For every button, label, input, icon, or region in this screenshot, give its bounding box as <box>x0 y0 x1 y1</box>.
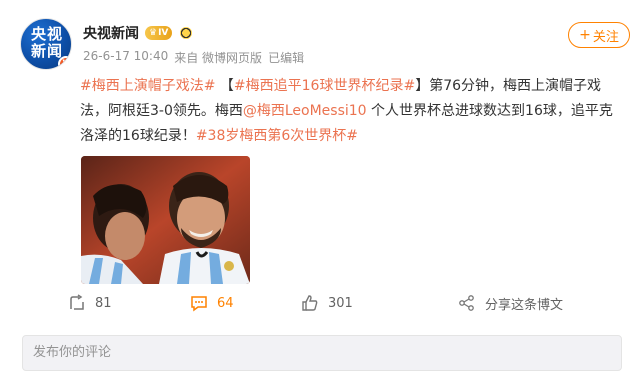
mention-link[interactable]: @梅西LeoMessi10 <box>243 103 367 119</box>
hashtag-link[interactable]: #梅西上演帽子戏法# <box>80 78 215 94</box>
edited-label[interactable]: 已编辑 <box>268 49 304 66</box>
plus-icon: + <box>579 27 591 43</box>
comment-icon <box>191 296 207 312</box>
vip-badge[interactable]: ♛ IV <box>145 26 173 40</box>
post-meta: 26-6-17 10:40 来自 微博网页版 已编辑 <box>83 49 304 66</box>
thumbs-up-icon <box>302 295 318 311</box>
repost-icon <box>70 294 84 310</box>
avatar[interactable]: 央视 新闻 V <box>20 18 72 70</box>
post-text: #梅西上演帽子戏法# 【#梅西追平16球世界杯纪录#】第76分钟，梅西上演帽子戏… <box>80 74 620 149</box>
hashtag-link[interactable]: #38岁梅西第6次世界杯# <box>196 128 358 144</box>
vip-level: IV <box>158 28 169 38</box>
share-label: 分享这条博文 <box>485 297 564 313</box>
medal-icon[interactable] <box>180 27 193 39</box>
action-bar: 81 64 301 分享这条博文 <box>0 288 642 318</box>
share-icon <box>459 295 474 311</box>
follow-button[interactable]: + 关注 <box>568 22 630 48</box>
repost-count: 81 <box>95 295 112 311</box>
post-source: 来自 微博网页版 <box>174 51 263 65</box>
photo-illustration <box>81 156 250 284</box>
like-button[interactable]: 301 <box>301 292 353 314</box>
share-button[interactable]: 分享这条博文 <box>458 292 563 314</box>
post-header: 央视 新闻 V 央视新闻 ♛ IV 26-6-17 10:40 来自 微博网页版… <box>20 18 630 70</box>
repost-button[interactable]: 81 <box>68 292 112 314</box>
username[interactable]: 央视新闻 <box>83 23 139 43</box>
post-text-segment: 【 <box>215 78 234 94</box>
author-name-row: 央视新闻 ♛ IV <box>83 23 193 43</box>
like-count: 301 <box>328 295 353 311</box>
verified-badge-icon: V <box>58 56 71 69</box>
hashtag-link[interactable]: #梅西追平16球世界杯纪录# <box>234 78 415 94</box>
comment-button[interactable]: 64 <box>190 292 234 314</box>
avatar-logo: 央视 新闻 <box>30 25 63 60</box>
post-photo[interactable] <box>81 156 250 284</box>
post-date[interactable]: 26-6-17 10:40 <box>83 49 168 66</box>
comment-input[interactable]: 发布你的评论 <box>22 335 622 371</box>
comment-count: 64 <box>217 295 234 311</box>
crown-icon: ♛ <box>149 28 158 38</box>
follow-label: 关注 <box>592 29 619 45</box>
